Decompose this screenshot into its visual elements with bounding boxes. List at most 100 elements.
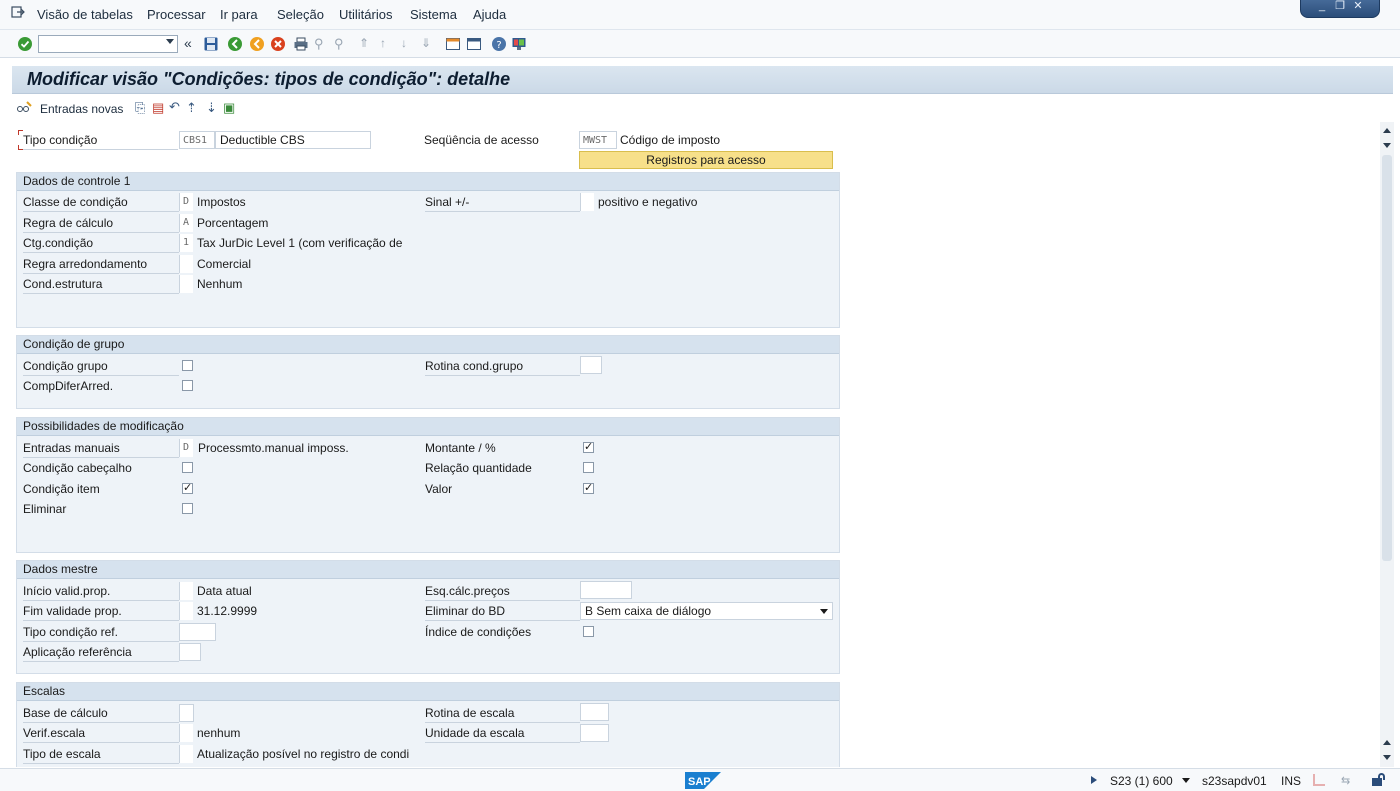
inicio-valid-desc: Data atual — [197, 584, 252, 598]
new-entries-button[interactable]: Entradas novas — [40, 102, 123, 116]
customize-layout-icon[interactable] — [511, 36, 527, 52]
title-bar: Modificar visão "Condições: tipos de con… — [12, 66, 1393, 94]
montante-checkbox[interactable] — [583, 440, 594, 453]
regra-calculo-code[interactable]: A — [179, 214, 193, 232]
copy-as-icon[interactable]: ⎘ — [135, 100, 145, 116]
entradas-manuais-code[interactable]: D — [179, 439, 193, 457]
delete-icon[interactable]: ▤ — [152, 100, 164, 116]
aplicacao-referencia-input[interactable] — [179, 643, 201, 661]
glasses-pencil-icon[interactable] — [16, 101, 32, 115]
inicio-valid-code[interactable] — [179, 582, 193, 600]
menu-ajuda[interactable]: Ajuda — [473, 7, 506, 22]
ctg-condicao-desc: Tax JurDic Level 1 (com verificação de — [197, 236, 403, 250]
vertical-scrollbar[interactable] — [1380, 122, 1394, 767]
esq-calc-precos-input[interactable] — [580, 581, 632, 599]
regra-calculo-label: Regra de cálculo — [23, 216, 179, 233]
relacao-quantidade-checkbox[interactable] — [583, 462, 594, 473]
minimize-icon[interactable]: _ — [1315, 0, 1329, 12]
classe-condicao-code[interactable]: D — [179, 193, 193, 211]
next-entry-icon[interactable]: ⇣ — [206, 100, 217, 116]
print-icon[interactable] — [293, 36, 309, 52]
find-next-icon[interactable]: ⚲ — [334, 36, 350, 52]
rotina-cond-grupo-input[interactable] — [580, 356, 602, 374]
fim-validade-label: Fim validade prop. — [23, 604, 179, 621]
tipo-escala-code[interactable] — [179, 745, 193, 763]
next-page-icon[interactable]: ↓ — [401, 36, 417, 52]
save-icon[interactable] — [203, 36, 219, 52]
scroll-up-icon[interactable] — [1383, 128, 1391, 133]
verif-escala-code[interactable] — [179, 724, 193, 742]
esq-calc-precos-label: Esq.cálc.preços — [425, 584, 580, 601]
menu-sistema[interactable]: Sistema — [410, 7, 457, 22]
input-mode[interactable]: INS — [1281, 774, 1301, 788]
chevron-down-icon[interactable] — [166, 39, 174, 44]
sequencia-acesso-code[interactable]: MWST — [579, 131, 617, 149]
menu-processar[interactable]: Processar — [147, 7, 206, 22]
group-possibilidades-modificacao: Possibilidades de modificação Entradas m… — [16, 417, 840, 553]
indice-condicoes-checkbox[interactable] — [583, 626, 594, 637]
cond-estrutura-code[interactable] — [179, 275, 193, 293]
eliminar-checkbox[interactable] — [182, 503, 193, 514]
condicao-item-checkbox[interactable] — [182, 481, 193, 494]
select-all-icon[interactable]: ▣ — [223, 100, 235, 116]
scroll-thumb[interactable] — [1382, 155, 1392, 561]
compdifer-label: CompDiferArred. — [23, 379, 114, 393]
last-page-icon[interactable]: ⇓ — [421, 36, 437, 52]
cond-estrutura-desc: Nenhum — [197, 277, 243, 291]
back-icon[interactable] — [227, 36, 243, 52]
application-toolbar: Entradas novas ⎘ ▤ ↶ ⇡ ⇣ ▣ — [12, 96, 1393, 122]
help-icon[interactable]: ? — [491, 36, 507, 52]
previous-entry-icon[interactable]: ⇡ — [186, 100, 197, 116]
new-session-icon[interactable] — [445, 36, 461, 52]
sequencia-acesso-desc: Código de imposto — [620, 133, 721, 147]
menu-ir-para[interactable]: Ir para — [220, 7, 258, 22]
fim-validade-marker — [179, 602, 193, 620]
tipo-condicao-ref-input[interactable] — [179, 623, 216, 641]
registros-para-acesso-button[interactable]: Registros para acesso — [579, 151, 833, 169]
undo-change-icon[interactable]: ↶ — [169, 99, 180, 115]
menu-selecao[interactable]: Seleção — [277, 7, 324, 22]
eliminar-bd-select[interactable]: B Sem caixa de diálogo — [580, 602, 833, 620]
sinal-code[interactable] — [580, 193, 594, 211]
svg-text:SAP: SAP — [688, 776, 711, 788]
group-title: Dados mestre — [23, 562, 98, 576]
fim-validade-value[interactable]: 31.12.9999 — [197, 604, 257, 618]
first-page-icon[interactable]: ⇑ — [359, 36, 375, 52]
tipo-escala-desc: Atualização posível no registro de condi — [197, 747, 410, 761]
valor-checkbox[interactable] — [583, 481, 594, 494]
tipo-condicao-code[interactable]: CBS1 — [179, 131, 215, 149]
system-chevron-down-icon[interactable] — [1182, 778, 1190, 783]
shortcut-icon[interactable] — [466, 36, 482, 52]
sinal-desc: positivo e negativo — [598, 195, 698, 209]
previous-page-icon[interactable]: ↑ — [380, 36, 396, 52]
sinal-label: Sinal +/- — [425, 195, 580, 212]
cancel-icon[interactable] — [270, 36, 286, 52]
ctg-condicao-code[interactable]: 1 — [179, 234, 193, 252]
scroll-page-down-icon[interactable] — [1383, 143, 1391, 148]
rotina-cond-grupo-label: Rotina cond.grupo — [425, 359, 580, 376]
command-field[interactable] — [38, 35, 178, 53]
base-calculo-input[interactable] — [179, 704, 194, 722]
condicao-grupo-checkbox[interactable] — [182, 360, 193, 371]
menu-visao-tabelas[interactable]: Visão de tabelas — [37, 7, 133, 22]
relacao-quantidade-label: Relação quantidade — [425, 461, 532, 475]
restore-icon[interactable]: ❐ — [1333, 0, 1347, 12]
unidade-escala-input[interactable] — [580, 724, 609, 742]
rotina-escala-input[interactable] — [580, 703, 609, 721]
exit-icon[interactable] — [11, 6, 25, 18]
find-icon[interactable]: ⚲ — [314, 36, 330, 52]
unlock-icon[interactable] — [1372, 773, 1386, 786]
condicao-cabecalho-checkbox[interactable] — [182, 462, 193, 473]
close-window-icon[interactable]: ✕ — [1351, 0, 1365, 12]
compdifer-checkbox[interactable] — [182, 380, 193, 391]
menu-utilitarios[interactable]: Utilitários — [339, 7, 392, 22]
exit-orange-icon[interactable] — [249, 36, 265, 52]
chevron-down-icon[interactable] — [820, 609, 828, 614]
regra-arredondamento-code[interactable] — [179, 255, 193, 273]
enter-check-icon[interactable] — [17, 36, 33, 52]
scroll-page-up-icon[interactable] — [1383, 740, 1391, 745]
status-expand-icon[interactable] — [1091, 776, 1097, 784]
collapse-double-left-icon[interactable]: « — [184, 35, 200, 51]
scroll-down-icon[interactable] — [1383, 755, 1391, 760]
verif-escala-label: Verif.escala — [23, 726, 179, 743]
